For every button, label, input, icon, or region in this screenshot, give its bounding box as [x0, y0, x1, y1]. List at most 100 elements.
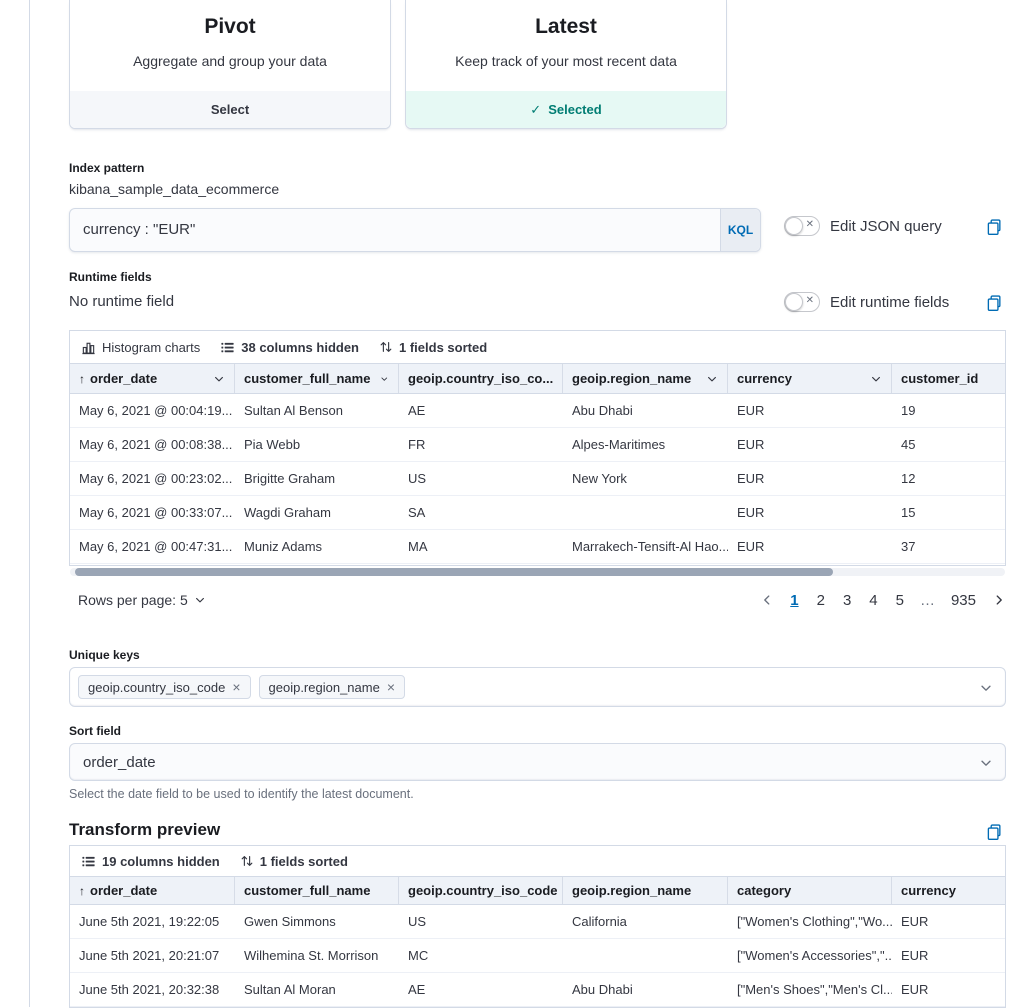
column-label: geoip.region_name [572, 371, 691, 386]
table-cell[interactable]: Brigitte Graham [235, 462, 399, 495]
column-header-geoip-country-iso-code[interactable]: geoip.country_iso_code [399, 877, 563, 904]
table-cell[interactable]: New York [563, 462, 728, 495]
column-header-geoip-country-iso-code[interactable]: geoip.country_iso_co... [399, 364, 563, 393]
table-cell[interactable]: Sultan Al Moran [235, 973, 399, 1006]
table-cell[interactable]: Gwen Simmons [235, 905, 399, 938]
table-cell[interactable]: MA [399, 530, 563, 563]
table-cell[interactable]: EUR [728, 496, 892, 529]
page-button-5[interactable]: 5 [894, 592, 906, 609]
table-cell[interactable]: SA [399, 496, 563, 529]
rows-per-page-button[interactable]: Rows per page: 5 [78, 592, 206, 608]
pivot-method-card[interactable]: Pivot Aggregate and group your data Sele… [69, 0, 391, 129]
table-cell[interactable]: June 5th 2021, 20:32:38 [70, 973, 235, 1006]
table-cell[interactable]: EUR [892, 939, 1005, 972]
table-cell[interactable]: May 6, 2021 @ 00:47:31... [70, 530, 235, 563]
chevron-down-icon[interactable] [706, 373, 718, 385]
next-page-button[interactable] [992, 593, 1006, 607]
pivot-select-button[interactable]: Select [70, 91, 390, 128]
chevron-down-icon[interactable] [213, 373, 225, 385]
copy-runtime-button[interactable] [985, 294, 1003, 312]
table-cell[interactable]: May 6, 2021 @ 00:08:38... [70, 428, 235, 461]
latest-method-card[interactable]: Latest Keep track of your most recent da… [405, 0, 727, 129]
previous-page-button[interactable] [760, 593, 774, 607]
page-button-1[interactable]: 1 [788, 592, 800, 609]
sort-field-select[interactable]: order_date [69, 743, 1006, 781]
column-header-order-date[interactable]: order_date [70, 877, 235, 904]
chevron-down-icon [194, 594, 206, 606]
column-header-customer-full-name[interactable]: customer_full_name [235, 364, 399, 393]
fields-sorted-button[interactable]: 1 fields sorted [379, 340, 487, 355]
query-input[interactable]: currency : "EUR" KQL [69, 208, 761, 252]
table-cell[interactable]: Muniz Adams [235, 530, 399, 563]
table-cell[interactable]: Alpes-Maritimes [563, 428, 728, 461]
table-cell[interactable]: US [399, 462, 563, 495]
table-cell[interactable]: Pia Webb [235, 428, 399, 461]
column-label: customer_full_name [244, 883, 370, 898]
columns-hidden-button[interactable]: 38 columns hidden [220, 340, 359, 355]
table-cell[interactable]: May 6, 2021 @ 00:33:07... [70, 496, 235, 529]
table-cell[interactable]: Sultan Al Benson [235, 394, 399, 427]
table-cell[interactable]: Abu Dhabi [563, 394, 728, 427]
table-cell[interactable]: Wagdi Graham [235, 496, 399, 529]
copy-preview-button[interactable] [985, 823, 1003, 841]
chevron-down-icon[interactable] [870, 373, 882, 385]
column-header-category[interactable]: category [728, 877, 892, 904]
table-cell[interactable]: June 5th 2021, 20:21:07 [70, 939, 235, 972]
table-cell[interactable]: ["Women's Accessories","... [728, 939, 892, 972]
edit-json-query-toggle[interactable] [784, 216, 820, 236]
table-cell[interactable]: EUR [728, 428, 892, 461]
page-button-2[interactable]: 2 [815, 592, 827, 609]
table-cell[interactable]: Abu Dhabi [563, 973, 728, 1006]
table-cell[interactable]: 37 [892, 530, 1005, 563]
column-header-order-date[interactable]: order_date [70, 364, 235, 393]
copy-query-button[interactable] [985, 218, 1003, 236]
fields-sorted-button[interactable]: 1 fields sorted [240, 854, 348, 869]
table-cell[interactable]: EUR [728, 530, 892, 563]
table-cell[interactable]: US [399, 905, 563, 938]
table-cell[interactable]: 12 [892, 462, 1005, 495]
unique-keys-combobox[interactable]: geoip.country_iso_code geoip.region_name [69, 667, 1006, 707]
chevron-down-icon[interactable] [380, 373, 389, 385]
table-cell[interactable]: ["Women's Clothing","Wo... [728, 905, 892, 938]
table-cell[interactable]: 45 [892, 428, 1005, 461]
table-cell[interactable]: California [563, 905, 728, 938]
remove-chip-icon[interactable] [387, 680, 395, 694]
remove-chip-icon[interactable] [232, 680, 240, 694]
column-header-currency[interactable]: currency [892, 877, 1005, 904]
page-button-935[interactable]: 935 [949, 592, 978, 609]
column-header-geoip-region-name[interactable]: geoip.region_name [563, 877, 728, 904]
table-cell[interactable]: Wilhemina St. Morrison [235, 939, 399, 972]
table-cell[interactable]: Marrakech-Tensift-Al Hao... [563, 530, 728, 563]
edit-json-query-label: Edit JSON query [830, 218, 942, 235]
table-cell[interactable]: EUR [728, 394, 892, 427]
table-cell[interactable]: May 6, 2021 @ 00:23:02... [70, 462, 235, 495]
sort-ascending-icon [79, 883, 85, 898]
table-cell[interactable]: ["Men's Shoes","Men's Cl... [728, 973, 892, 1006]
chevron-down-icon[interactable] [979, 681, 993, 695]
table-cell[interactable]: 15 [892, 496, 1005, 529]
page-button-3[interactable]: 3 [841, 592, 853, 609]
table-cell[interactable]: AE [399, 973, 563, 1006]
table-cell[interactable]: FR [399, 428, 563, 461]
table-cell[interactable]: AE [399, 394, 563, 427]
latest-selected-button[interactable]: Selected [406, 91, 726, 128]
table-cell[interactable]: 19 [892, 394, 1005, 427]
column-header-customer-id[interactable]: customer_id [892, 364, 1005, 393]
column-header-customer-full-name[interactable]: customer_full_name [235, 877, 399, 904]
columns-hidden-button[interactable]: 19 columns hidden [81, 854, 220, 869]
column-header-geoip-region-name[interactable]: geoip.region_name [563, 364, 728, 393]
edit-runtime-fields-toggle[interactable] [784, 292, 820, 312]
table-cell[interactable] [563, 939, 728, 972]
table-cell[interactable]: EUR [892, 905, 1005, 938]
column-header-currency[interactable]: currency [728, 364, 892, 393]
kql-language-button[interactable]: KQL [720, 209, 760, 251]
table-cell[interactable]: May 6, 2021 @ 00:04:19... [70, 394, 235, 427]
table-cell[interactable] [563, 496, 728, 529]
horizontal-scrollbar-thumb[interactable] [75, 568, 833, 576]
table-cell[interactable]: MC [399, 939, 563, 972]
table-cell[interactable]: EUR [892, 973, 1005, 1006]
table-cell[interactable]: June 5th 2021, 19:22:05 [70, 905, 235, 938]
page-button-4[interactable]: 4 [867, 592, 879, 609]
table-cell[interactable]: EUR [728, 462, 892, 495]
histogram-charts-button[interactable]: Histogram charts [81, 340, 200, 355]
